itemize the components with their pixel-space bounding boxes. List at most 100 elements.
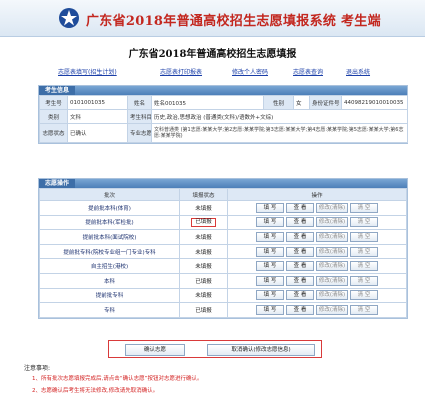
- operation-cell: 填 写查 看修改(清除) 清 空: [227, 287, 407, 304]
- operation-cell: 填 写查 看修改(清除) 清 空: [227, 214, 407, 231]
- clear-button[interactable]: 清 空: [350, 290, 378, 301]
- fill-button[interactable]: 填 写: [256, 217, 284, 228]
- modify-button[interactable]: 修改(清除): [316, 217, 348, 228]
- operation-cell: 填 写查 看修改(清除) 清 空: [227, 272, 407, 289]
- volunteer-row: 提前批专科 未填报 填 写查 看修改(清除) 清 空: [39, 287, 407, 304]
- clear-button[interactable]: 清 空: [350, 202, 378, 213]
- fill-status: 未填报: [179, 258, 228, 274]
- cancel-confirm-button[interactable]: 取消确认(修改志愿信息): [207, 344, 315, 356]
- label-category: 类别: [39, 109, 68, 124]
- nav-query[interactable]: 志愿表查询: [293, 67, 323, 76]
- student-info-header: 考生信息: [39, 86, 407, 95]
- volunteer-table: 批次 填报状态 操作 提前批本科(体育) 未填报填 写查 看修改(清除) 清 空提前…: [39, 188, 407, 318]
- header-operation: 操作: [227, 188, 407, 201]
- nav-logout[interactable]: 退出系统: [346, 67, 370, 76]
- value-exam-no: 0101001035: [67, 95, 128, 110]
- value-volunteer-status: 已确认: [67, 123, 128, 143]
- volunteer-row: 专科 已填报 填 写查 看修改(清除) 清 空: [39, 302, 407, 318]
- batch-name: 本科: [39, 272, 180, 289]
- view-button[interactable]: 查 看: [286, 202, 314, 213]
- modify-button[interactable]: 修改(清除): [316, 231, 348, 242]
- fill-status: 已填报: [179, 272, 228, 289]
- batch-name: 提前批本科(面试院校): [39, 229, 180, 245]
- operation-cell: 填 写查 看修改(清除) 清 空: [227, 243, 407, 260]
- label-id-number: 身份证件号: [309, 95, 342, 110]
- view-button[interactable]: 查 看: [286, 246, 314, 257]
- fill-button[interactable]: 填 写: [256, 231, 284, 242]
- label-gender: 性别: [263, 95, 294, 110]
- value-major-volunteer: 文科普通类 (第1志愿:某某大学;第2志愿:某某学院;第3志愿:某某大学;第4志…: [151, 123, 408, 143]
- modify-button[interactable]: 修改(清除): [316, 246, 348, 257]
- student-info-table: 考生号 0101001035 姓名 姓名001035 性别 女 身份证件号 44…: [39, 95, 408, 143]
- fill-button[interactable]: 填 写: [256, 304, 284, 315]
- fill-button[interactable]: 填 写: [256, 202, 284, 213]
- view-button[interactable]: 查 看: [286, 275, 314, 286]
- fill-button[interactable]: 填 写: [256, 261, 284, 272]
- batch-name: 自主招生(港校): [39, 258, 180, 274]
- value-name: 姓名001035: [151, 95, 264, 110]
- label-volunteer-status: 志愿状态: [39, 123, 68, 143]
- view-button[interactable]: 查 看: [286, 290, 314, 301]
- nav-change-password[interactable]: 修改个人密码: [232, 67, 268, 76]
- note-item: 2、志愿确认后考生将无法修改,修改请先取消确认。: [32, 388, 159, 394]
- info-row: 考生号 0101001035 姓名 姓名001035 性别 女 身份证件号 44…: [39, 95, 408, 110]
- value-subjects: 历史,政治,思想政治 (普通类(文科)/语数外+文综): [151, 109, 408, 124]
- status-text: 未填报: [195, 293, 212, 300]
- fill-button[interactable]: 填 写: [256, 275, 284, 286]
- fill-status: 未填报: [179, 229, 228, 245]
- volunteer-row: 提前批本科(体育) 未填报 填 写查 看修改(清除) 清 空: [39, 200, 407, 216]
- volunteer-header-row: 批次 填报状态 操作: [39, 188, 407, 201]
- fill-button[interactable]: 填 写: [256, 246, 284, 257]
- modify-button[interactable]: 修改(清除): [316, 290, 348, 301]
- clear-button[interactable]: 清 空: [350, 217, 378, 228]
- view-button[interactable]: 查 看: [286, 261, 314, 272]
- nav-fill-form[interactable]: 志愿表填写(招生计划): [58, 67, 117, 76]
- header-batch: 批次: [39, 188, 180, 201]
- volunteer-row: 本科 已填报 填 写查 看修改(清除) 清 空: [39, 272, 407, 289]
- label-name: 姓名: [127, 95, 152, 110]
- clear-button[interactable]: 清 空: [350, 261, 378, 272]
- modify-button[interactable]: 修改(清除): [316, 261, 348, 272]
- note-item: 1、所有批次志愿填报完成后,请点击“确认志愿”按钮对志愿进行确认。: [32, 376, 203, 382]
- clear-button[interactable]: 清 空: [350, 275, 378, 286]
- student-info-title: 考生信息: [39, 86, 76, 95]
- fill-status: 已填报: [179, 214, 228, 231]
- operation-cell: 填 写查 看修改(清除) 清 空: [227, 302, 407, 318]
- modify-button[interactable]: 修改(清除): [316, 304, 348, 315]
- view-button[interactable]: 查 看: [286, 231, 314, 242]
- operation-cell: 填 写查 看修改(清除) 清 空: [227, 258, 407, 274]
- view-button[interactable]: 查 看: [286, 304, 314, 315]
- value-category: 文科: [67, 109, 128, 124]
- system-title: 广东省2018年普通高校招生志愿填报系统 考生端: [86, 14, 381, 29]
- nav-print-report[interactable]: 志愿表打印报表: [160, 67, 202, 76]
- confirm-action-group: 确认志愿 取消确认(修改志愿信息): [108, 340, 322, 358]
- confirm-volunteer-button[interactable]: 确认志愿: [125, 344, 185, 356]
- view-button[interactable]: 查 看: [286, 217, 314, 228]
- info-row: 志愿状态 已确认 专业志愿 文科普通类 (第1志愿:某某大学;第2志愿:某某学院…: [39, 123, 408, 143]
- modify-button[interactable]: 修改(清除): [316, 275, 348, 286]
- volunteer-row: 提前批本科(军检批) 已填报 填 写查 看修改(清除) 清 空: [39, 214, 407, 231]
- clear-button[interactable]: 清 空: [350, 231, 378, 242]
- modify-button[interactable]: 修改(清除): [316, 202, 348, 213]
- volunteer-row: 提前批专科(院校专业组一门专业)专科 未填报 填 写查 看修改(清除) 清 空: [39, 243, 407, 260]
- clear-button[interactable]: 清 空: [350, 246, 378, 257]
- fill-button[interactable]: 填 写: [256, 290, 284, 301]
- status-text: 未填报: [195, 234, 212, 241]
- operation-cell: 填 写查 看修改(清除) 清 空: [227, 229, 407, 245]
- fill-status: 未填报: [179, 243, 228, 260]
- status-highlight: 已填报: [191, 217, 216, 227]
- clear-button[interactable]: 清 空: [350, 304, 378, 315]
- fill-status: 未填报: [179, 287, 228, 304]
- emblem-icon: [59, 8, 79, 28]
- batch-name: 提前批专科: [39, 287, 180, 304]
- fill-status: 未填报: [179, 200, 228, 216]
- nav-bar: 志愿表填写(招生计划) 志愿表打印报表 修改个人密码 志愿表查询 退出系统: [0, 67, 425, 77]
- student-info-panel: 考生信息 考生号 0101001035 姓名 姓名001035 性别 女 身份证…: [38, 85, 408, 144]
- info-row: 类别 文科 考生科目 历史,政治,思想政治 (普通类(文科)/语数外+文综): [39, 109, 408, 124]
- notes-title: 注意事项:: [24, 365, 51, 372]
- batch-name: 专科: [39, 302, 180, 318]
- status-text: 未填报: [195, 249, 212, 256]
- volunteer-row: 提前批本科(面试院校) 未填报 填 写查 看修改(清除) 清 空: [39, 229, 407, 245]
- volunteer-header: 志愿操作: [39, 179, 407, 188]
- status-text: 已填报: [195, 278, 212, 285]
